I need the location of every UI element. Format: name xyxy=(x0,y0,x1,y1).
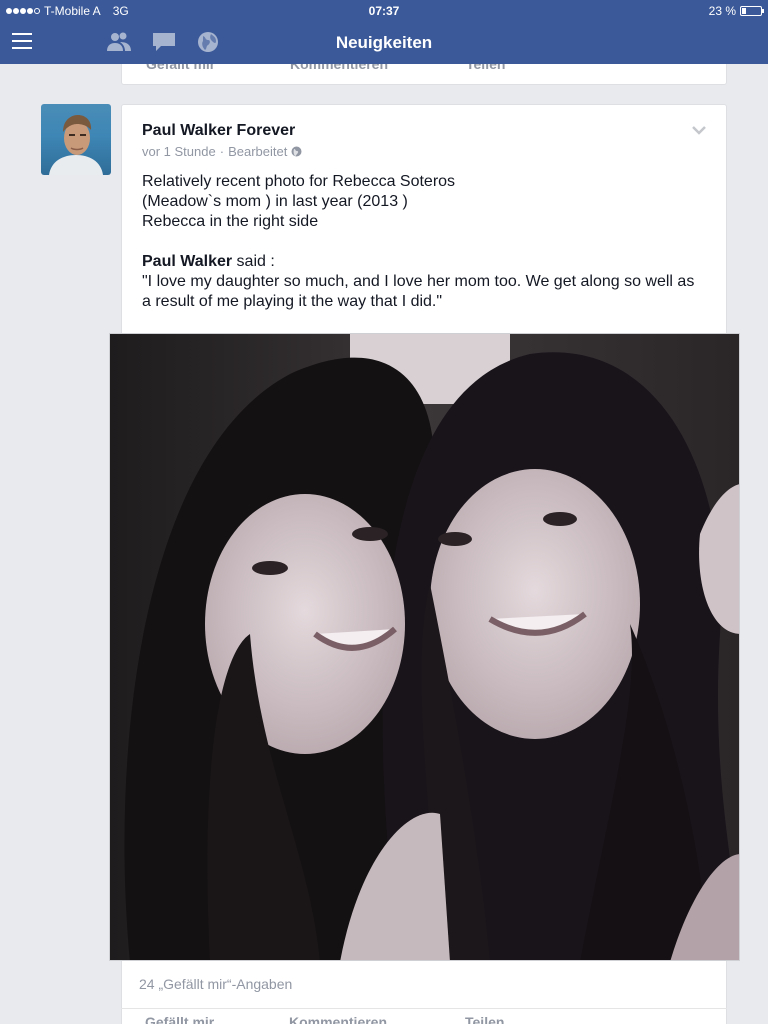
post-edited[interactable]: Bearbeitet xyxy=(228,144,287,159)
post-line: Relatively recent photo for Rebecca Sote… xyxy=(142,173,456,190)
battery-icon xyxy=(740,6,764,16)
post-author[interactable]: Paul Walker Forever xyxy=(142,122,295,140)
post-line: (Meadow`s mom ) in last year (2013 ) xyxy=(142,193,408,210)
status-bar: T-Mobile A 3G 07:37 23 % xyxy=(0,0,768,22)
status-right: 23 % xyxy=(708,4,764,18)
post-actions: Gefällt mir Kommentieren Teilen xyxy=(121,1014,727,1024)
post-text: Relatively recent photo for Rebecca Sote… xyxy=(142,172,702,312)
top-bar: T-Mobile A 3G 07:37 23 % Neuigkeiten xyxy=(0,0,768,64)
post-meta: vor 1 Stunde · Bearbeitet xyxy=(142,144,302,159)
comment-button[interactable]: Kommentieren xyxy=(289,1014,387,1024)
page-title: Neuigkeiten xyxy=(335,33,433,52)
post-line: Rebecca in the right side xyxy=(142,213,319,230)
quote-said: said : xyxy=(232,253,275,270)
share-button[interactable]: Teilen xyxy=(465,1014,504,1024)
battery-percent: 23 % xyxy=(708,4,736,18)
quote-author[interactable]: Paul Walker xyxy=(142,253,232,270)
like-button[interactable]: Gefällt mir xyxy=(145,1014,214,1024)
post-photo[interactable] xyxy=(109,333,740,961)
chevron-down-icon[interactable] xyxy=(692,125,706,135)
avatar[interactable] xyxy=(41,104,111,175)
quote-text: "I love my daughter so much, and I love … xyxy=(142,273,695,310)
quote-header: Paul Walker said : xyxy=(142,252,702,272)
likes-count[interactable]: 24 „Gefällt mir“-Angaben xyxy=(139,976,292,992)
post-time[interactable]: vor 1 Stunde xyxy=(142,144,216,159)
divider xyxy=(121,1008,727,1009)
nav-bar: Neuigkeiten xyxy=(0,22,768,64)
public-globe-icon xyxy=(291,146,302,157)
clock: 07:37 xyxy=(368,4,400,18)
meta-separator: · xyxy=(219,144,225,159)
